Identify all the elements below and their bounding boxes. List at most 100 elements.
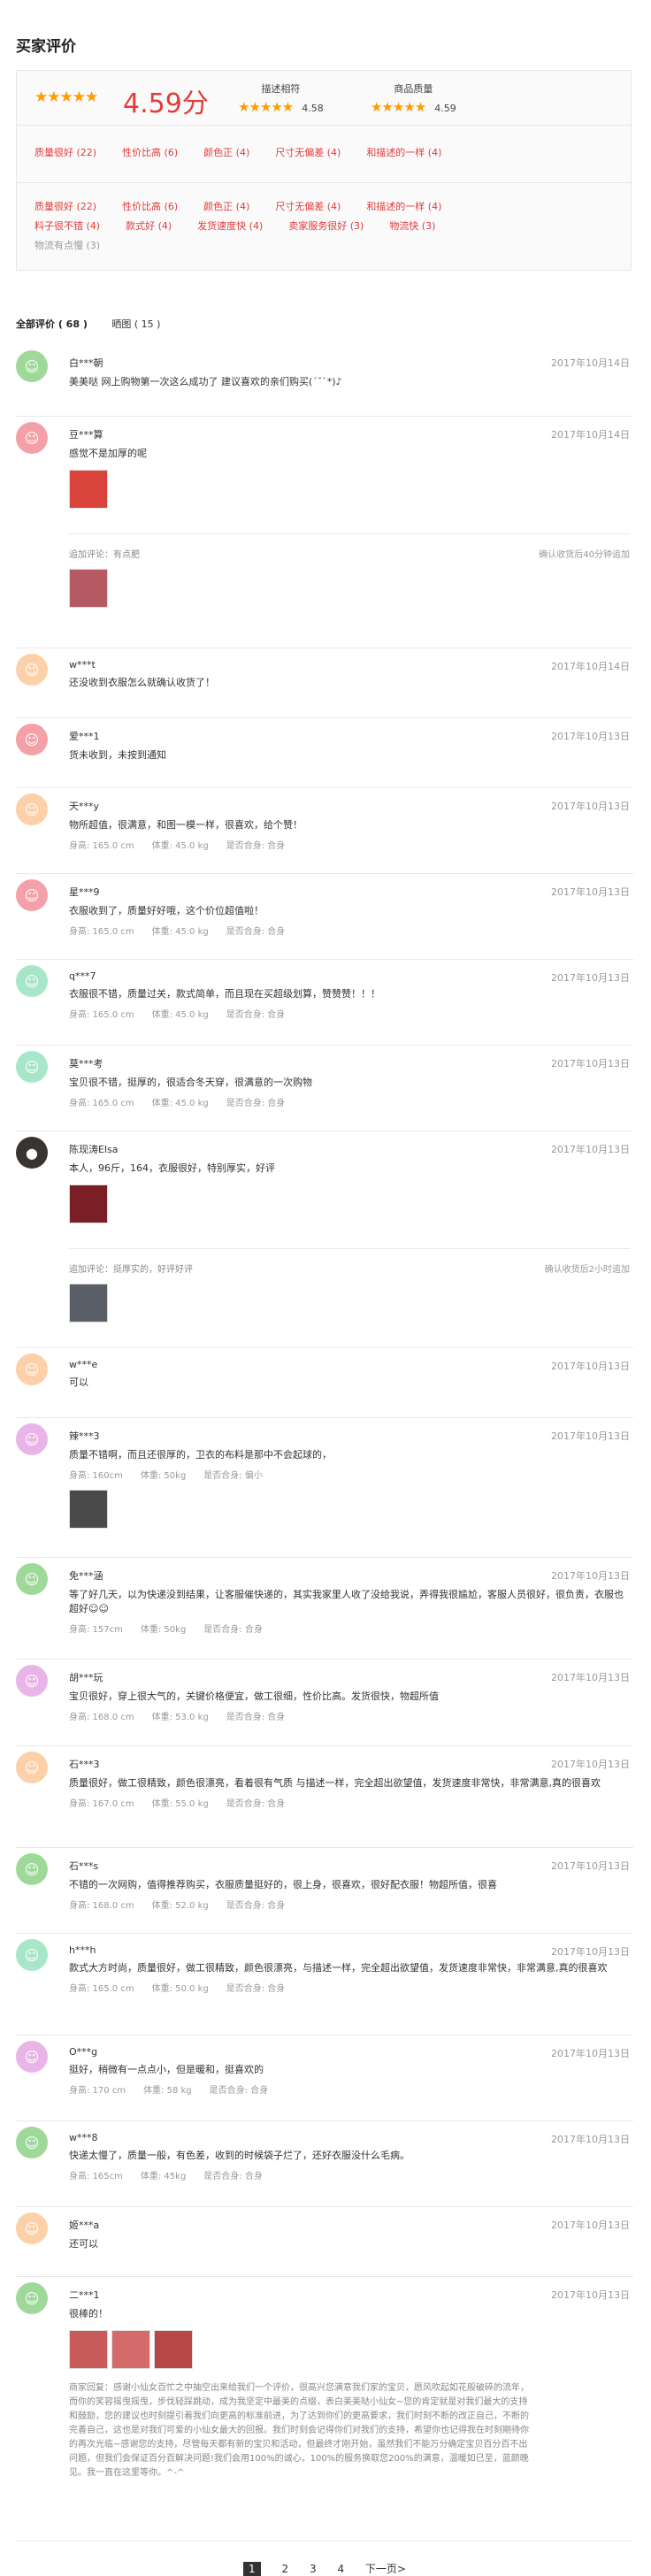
review-user: 免***涵 [69, 1570, 103, 1582]
tag[interactable]: 和描述的一样 (4) [366, 199, 441, 213]
review-date: 2017年10月13日 [551, 1759, 630, 1770]
review-text: 挺好，稍微有一点点小，但是暖和，挺喜欢的 [69, 2064, 264, 2075]
review-text: 可以 [69, 1376, 88, 1388]
review-date: 2017年10月14日 [551, 661, 630, 672]
review-item: ☺ 2017年10月13日 石***3 质量很好，做工很精致，颜色很漂亮，看着很有… [16, 1746, 633, 1848]
page-1-button[interactable]: 1 [243, 2562, 261, 2576]
review-item: ☺ 2017年10月13日 w***8 快递太慢了，质量一般，有色差，收到的时候袋… [16, 2121, 633, 2207]
review-text: 衣服很不错，质量过关，款式简单，而且现在买超级划算，赞赞赞！！！ [69, 988, 380, 1000]
page-3-button[interactable]: 3 [310, 2563, 317, 2575]
tag[interactable]: 和描述的一样 (4) [366, 145, 441, 159]
review-user: 胡***玩 [69, 1672, 103, 1683]
avatar-icon: ☺ [16, 1051, 48, 1083]
tag[interactable]: 性价比高 (6) [122, 199, 178, 213]
tag[interactable]: 尺寸无偏差 (4) [275, 145, 341, 159]
review-item: ☺ 2017年10月13日 二***1 很棒的！ 商家回复：感谢小仙女百忙之中抽空… [16, 2277, 633, 2542]
review-text: 还可以 [69, 2238, 98, 2250]
review-user: 姬***a [69, 2220, 100, 2231]
review-date: 2017年10月13日 [551, 1058, 630, 1070]
review-item: ☺ 2017年10月14日 白***朝美美哒 网上购物第一次这么成功了 建议喜欢… [16, 345, 633, 417]
tag-group-1: 质量很好 (22) 性价比高 (6) 颜色正 (4) 尺寸无偏差 (4) 和描述的一样 … [17, 126, 631, 183]
review-user: w***e [69, 1359, 98, 1370]
review-date: 2017年10月14日 [551, 357, 630, 369]
review-user: q***7 [69, 970, 96, 982]
tag[interactable]: 料子很不错 (4) [34, 218, 100, 233]
review-date: 2017年10月13日 [551, 2048, 630, 2059]
review-photo[interactable] [69, 2330, 108, 2369]
avatar-icon: ☺ [16, 1563, 48, 1595]
tag-group-2: 质量很好 (22) 性价比高 (6) 颜色正 (4) 尺寸无偏差 (4) 和描述的一样 … [17, 183, 631, 270]
review-date: 2017年10月13日 [551, 886, 630, 898]
tag[interactable]: 质量很好 (22) [34, 199, 96, 213]
review-photo[interactable] [111, 2330, 150, 2369]
tag[interactable]: 物流有点慢 (3) [34, 238, 100, 252]
review-user: 石***3 [69, 1759, 100, 1770]
pagination: 1 2 3 4 下一页> [16, 2542, 633, 2576]
review-photo[interactable] [154, 2330, 193, 2369]
section-title: 买家评价 [16, 38, 76, 56]
review-photo[interactable] [69, 1490, 108, 1529]
review-photo[interactable] [69, 470, 108, 509]
tag[interactable]: 质量很好 (22) [34, 145, 96, 159]
page-4-button[interactable]: 4 [337, 2563, 344, 2575]
tag[interactable]: 性价比高 (6) [122, 145, 178, 159]
review-date: 2017年10月13日 [551, 1570, 630, 1582]
overall-score: 4.59分 [123, 88, 209, 119]
review-user: 二***1 [69, 2289, 100, 2301]
tag[interactable]: 卖家服务很好 (3) [288, 218, 364, 233]
review-text: 还没收到衣服怎么就确认收货了！ [69, 677, 215, 688]
review-text: 本人，96斤，164，衣服很好，特别厚实，好评 [69, 1162, 275, 1174]
tag[interactable]: 颜色正 (4) [203, 145, 249, 159]
review-photo[interactable] [69, 1284, 108, 1322]
review-user: 爱***1 [69, 731, 100, 742]
review-user: w***t [69, 659, 96, 671]
tag[interactable]: 款式好 (4) [126, 218, 172, 233]
review-text: 款式大方时尚，质量很好，做工很精致，颜色很漂亮，与描述一样，完全超出欲望值，发货… [69, 1962, 608, 1974]
review-photo[interactable] [69, 569, 108, 608]
review-text: 等了好几天，以为快递没到结果，让客服催快递的，其实我家里人收了没给我说，弄得我很… [69, 1589, 624, 1614]
filter-pics[interactable]: 晒图 ( 15 ) [111, 318, 160, 330]
review-date: 2017年10月13日 [551, 1672, 630, 1683]
review-item: ☺ 2017年10月13日 莫***考 宝贝很不错，挺厚的，很适合冬天穿，很满意的… [16, 1046, 633, 1131]
review-user: 白***朝 [69, 357, 103, 369]
review-text: 美美哒 网上购物第一次这么成功了 建议喜欢的亲们购买(ˊ˘ˋ*)♪ [69, 376, 342, 387]
avatar-icon: ☺ [16, 2212, 48, 2244]
review-item: ☺ 2017年10月13日 免***涵等了好几天，以为快递没到结果，让客服催快递… [16, 1558, 633, 1660]
review-item: ☺ 2017年10月13日 天***y 物所超值，很满意，和图一模一样，很喜欢，给… [16, 788, 633, 874]
followup-review: 追加评论：挺厚实的，好评好评 确认收货后2小时追加 [69, 1248, 630, 1275]
avatar-icon: ☺ [16, 1353, 48, 1385]
tag[interactable]: 颜色正 (4) [203, 199, 249, 213]
review-date: 2017年10月13日 [551, 1860, 630, 1872]
review-date: 2017年10月13日 [551, 731, 630, 742]
review-text: 快递太慢了，质量一般，有色差，收到的时候袋子烂了，还好衣服没什么毛病。 [69, 2150, 410, 2161]
tag[interactable]: 物流快 (3) [389, 218, 435, 233]
next-page-button[interactable]: 下一页> [365, 2561, 406, 2576]
tag[interactable]: 发货速度快 (4) [197, 218, 263, 233]
review-item: ☺ 2017年10月13日 h***h 款式大方时尚，质量很好，做工很精致，颜色很… [16, 1934, 633, 2036]
review-item: ☺ 2017年10月13日 辣***3 质量不错啊，而且还很厚的，卫衣的布料是那中… [16, 1418, 633, 1558]
followup-review: 追加评论：有点肥 确认收货后40分钟追加 [69, 533, 630, 560]
avatar-icon: ☺ [16, 965, 48, 997]
avatar-icon: ☺ [16, 1423, 48, 1455]
rating-summary: ★★★★★ 4.59分 描述相符 ★★★★★ 4.58 商品质量 ★★★★★ 4.5… [16, 70, 632, 271]
review-user: 豆***算 [69, 429, 103, 441]
review-item: ☺ 2017年10月14日 豆***算 感觉不是加厚的呢 追加评论：有点肥 确认收货… [16, 417, 633, 648]
avatar-icon: ☺ [16, 2127, 48, 2158]
review-item: ☺ 2017年10月13日 姬***a 还可以 [16, 2207, 633, 2277]
avatar-icon: ☺ [16, 1853, 48, 1885]
review-photo[interactable] [69, 1184, 108, 1223]
avatar-icon: ☺ [16, 350, 48, 382]
review-date: 2017年10月13日 [551, 2220, 630, 2231]
tag[interactable]: 尺寸无偏差 (4) [275, 199, 341, 213]
review-text: 质量不错啊，而且还很厚的，卫衣的布料是那中不会起球的， [69, 1449, 332, 1460]
filter-all[interactable]: 全部评价 ( 68 ) [16, 318, 88, 330]
review-user: 天***y [69, 801, 100, 812]
avatar-icon: ☺ [16, 794, 48, 825]
review-date: 2017年10月13日 [551, 2289, 630, 2301]
review-item: ☺ 2017年10月13日 w***e 可以 [16, 1348, 633, 1418]
avatar-photo: ● [16, 1137, 48, 1169]
review-text: 衣服收到了，质量好好哦，这个价位超值啦！ [69, 905, 264, 916]
review-date: 2017年10月13日 [551, 972, 630, 984]
page-2-button[interactable]: 2 [282, 2563, 289, 2575]
review-item: ● 2017年10月13日 陈现涛Elsa 本人，96斤，164，衣服很好，特别厚… [16, 1131, 633, 1348]
